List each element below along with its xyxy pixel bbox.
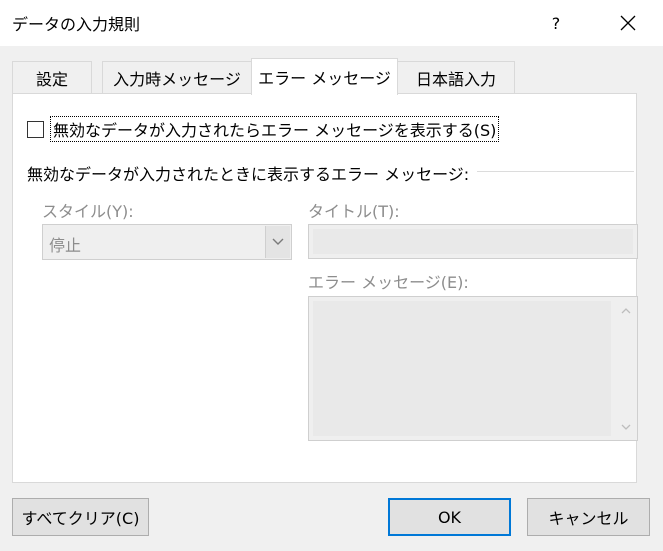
message-scrollbar[interactable] (615, 297, 637, 440)
help-button[interactable]: ? (536, 4, 576, 42)
scroll-up-button[interactable] (615, 297, 637, 323)
style-select[interactable]: 停止 (42, 224, 292, 260)
show-error-alert-label[interactable]: 無効なデータが入力されたらエラー メッセージを表示する(S) (50, 116, 500, 142)
show-error-alert-row[interactable]: 無効なデータが入力されたらエラー メッセージを表示する(S) (27, 116, 500, 142)
style-label: スタイル(Y): (42, 202, 134, 221)
chevron-up-icon (621, 307, 631, 313)
error-group-label: 無効なデータが入力されたときに表示するエラー メッセージ: (27, 161, 478, 185)
scroll-down-button[interactable] (615, 414, 637, 440)
tab-input-message[interactable]: 入力時メッセージ (102, 61, 252, 93)
tab-ime-mode[interactable]: 日本語入力 (397, 61, 515, 93)
message-label: エラー メッセージ(E): (308, 273, 469, 292)
error-message-text (313, 301, 611, 436)
title-label: タイトル(T): (308, 202, 400, 221)
tab-error-message[interactable]: エラー メッセージ (251, 58, 398, 95)
close-button[interactable] (606, 4, 650, 42)
cancel-button[interactable]: キャンセル (527, 498, 650, 536)
tab-settings[interactable]: 設定 (12, 61, 92, 93)
close-icon (620, 15, 636, 31)
title-input[interactable] (308, 224, 638, 259)
title-bar: データの入力規則 ? (0, 0, 663, 46)
chevron-down-icon (272, 238, 284, 245)
error-message-textarea[interactable] (308, 296, 638, 441)
show-error-alert-checkbox[interactable] (27, 120, 44, 138)
style-dropdown-button[interactable] (265, 226, 290, 258)
window-title: データの入力規則 (12, 15, 141, 34)
style-select-value: 停止 (49, 236, 82, 255)
ok-button[interactable]: OK (388, 498, 511, 536)
error-message-panel: 無効なデータが入力されたらエラー メッセージを表示する(S) 無効なデータが入力… (12, 93, 638, 483)
clear-all-button[interactable]: すべてクリア(C) (12, 498, 149, 536)
chevron-down-icon (621, 424, 631, 430)
